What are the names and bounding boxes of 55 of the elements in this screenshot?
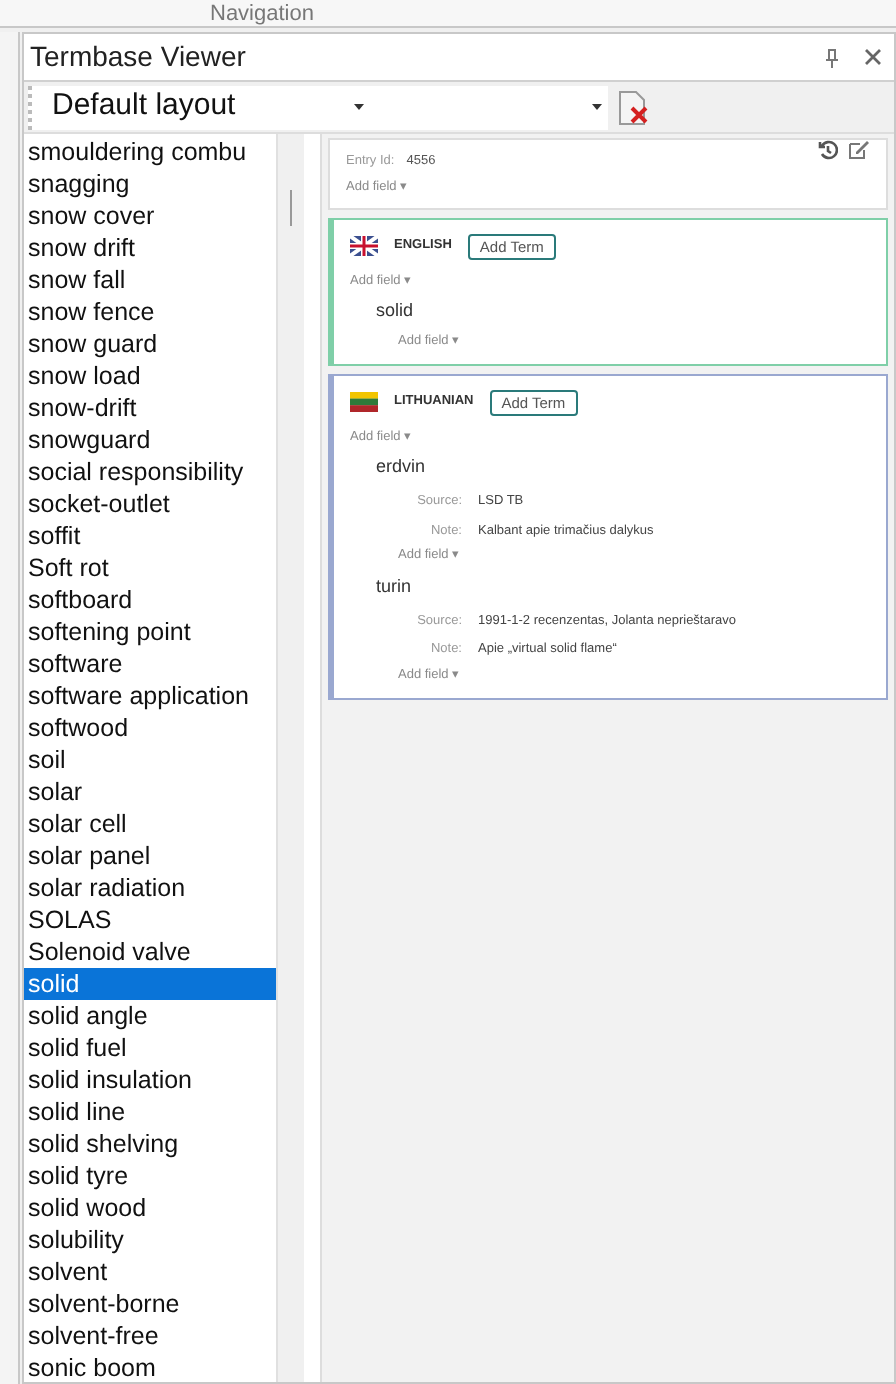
delete-document-icon[interactable] bbox=[618, 89, 650, 125]
term-text: erdvin bbox=[376, 454, 428, 481]
term-list-item[interactable]: soil bbox=[24, 744, 276, 776]
term-list-item[interactable]: software application bbox=[24, 680, 276, 712]
history-icon[interactable] bbox=[818, 139, 838, 160]
dropdown-caret-icon bbox=[354, 104, 364, 110]
term-list-item[interactable]: solar radiation bbox=[24, 872, 276, 904]
term-list-item[interactable]: solubility bbox=[24, 1224, 276, 1256]
term-list-item[interactable]: snow cover bbox=[24, 200, 276, 232]
term-list-item[interactable]: software bbox=[24, 648, 276, 680]
term-list-item[interactable]: solid wood bbox=[24, 1192, 276, 1224]
term-list-item[interactable]: solar panel bbox=[24, 840, 276, 872]
term-list-item[interactable]: softwood bbox=[24, 712, 276, 744]
term-list-item[interactable]: Soft rot bbox=[24, 552, 276, 584]
dropdown-caret-icon bbox=[592, 104, 602, 110]
term-list-item[interactable]: solid shelving bbox=[24, 1128, 276, 1160]
term-list-item[interactable]: solid angle bbox=[24, 1000, 276, 1032]
flag-icon bbox=[350, 236, 378, 256]
term-list-item[interactable]: snow guard bbox=[24, 328, 276, 360]
term-list-item[interactable]: SOLAS bbox=[24, 904, 276, 936]
term-list-item[interactable]: snowguard bbox=[24, 424, 276, 456]
close-icon[interactable] bbox=[864, 48, 882, 66]
term-list-item[interactable]: solvent-free bbox=[24, 1320, 276, 1352]
term-list-item[interactable]: social responsibility bbox=[24, 456, 276, 488]
term-list-item[interactable]: softening point bbox=[24, 616, 276, 648]
pin-icon[interactable] bbox=[824, 47, 840, 67]
term-list-item[interactable]: socket-outlet bbox=[24, 488, 276, 520]
panel-title: Termbase Viewer bbox=[30, 38, 248, 76]
term-list-item[interactable]: solid bbox=[24, 968, 276, 1000]
term-list-item[interactable]: softboard bbox=[24, 584, 276, 616]
term-text: turin bbox=[376, 574, 414, 600]
layout-dropdown[interactable]: Default layout bbox=[28, 85, 368, 129]
term-list-item[interactable]: solid fuel bbox=[24, 1032, 276, 1064]
term-list-item[interactable]: snow fence bbox=[24, 296, 276, 328]
edit-icon[interactable] bbox=[848, 139, 870, 160]
term-list-item[interactable]: solid tyre bbox=[24, 1160, 276, 1192]
term-list-item[interactable]: solid insulation bbox=[24, 1064, 276, 1096]
term-list-item[interactable]: snagging bbox=[24, 168, 276, 200]
term-list-item[interactable]: snow drift bbox=[24, 232, 276, 264]
term-list-item[interactable]: solar cell bbox=[24, 808, 276, 840]
term-list-item[interactable]: solvent-borne bbox=[24, 1288, 276, 1320]
term-list-item[interactable]: snow-drift bbox=[24, 392, 276, 424]
term-list-item[interactable]: solar bbox=[24, 776, 276, 808]
flag-icon bbox=[350, 392, 378, 412]
term-list-item[interactable]: solid line bbox=[24, 1096, 276, 1128]
term-list-item[interactable]: snow load bbox=[24, 360, 276, 392]
term-list-item[interactable]: soffit bbox=[24, 520, 276, 552]
scrollbar[interactable] bbox=[276, 134, 304, 1382]
term-list-item[interactable]: smouldering combu bbox=[24, 136, 276, 168]
navigation-tab[interactable]: Navigation bbox=[210, 1, 314, 25]
term-list-item[interactable]: Solenoid valve bbox=[24, 936, 276, 968]
term-list-item[interactable]: snow fall bbox=[24, 264, 276, 296]
term-text: solid bbox=[376, 298, 416, 325]
term-list-item[interactable]: sonic boom bbox=[24, 1352, 276, 1382]
term-list-item[interactable]: solvent bbox=[24, 1256, 276, 1288]
